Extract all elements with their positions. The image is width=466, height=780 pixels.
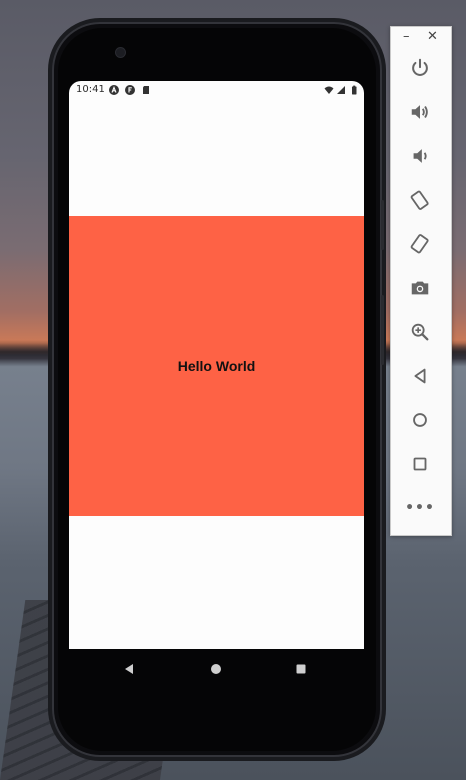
signal-icon — [337, 86, 345, 94]
status-bar: 10:41 — [69, 81, 364, 99]
volume-down-icon — [413, 149, 427, 163]
power-icon — [412, 58, 428, 76]
screenshot-button[interactable] — [405, 273, 435, 303]
f-badge-icon — [125, 85, 135, 95]
sd-card-icon — [143, 86, 149, 94]
camera-icon — [411, 281, 429, 295]
home-icon — [413, 413, 427, 427]
back-icon[interactable] — [122, 662, 136, 676]
close-button[interactable]: ✕ — [427, 29, 438, 44]
status-time: 10:41 — [76, 84, 105, 95]
hello-world-text: Hello World — [177, 358, 256, 374]
back-icon — [414, 368, 426, 384]
zoom-icon — [411, 323, 429, 341]
device-screen[interactable]: 10:41 Hello World — [69, 81, 364, 649]
overview-icon — [413, 457, 427, 471]
a-badge-icon — [109, 85, 119, 95]
rotate-right-icon — [410, 234, 429, 254]
battery-icon — [352, 85, 357, 95]
system-nav-bar — [69, 650, 364, 688]
wifi-icon — [324, 86, 334, 94]
overview-button[interactable] — [405, 449, 435, 479]
volume-down-button[interactable] — [405, 141, 435, 171]
rotate-left-icon — [410, 190, 429, 210]
volume-up-button[interactable] — [405, 97, 435, 127]
rotate-right-button[interactable] — [405, 229, 435, 259]
minimize-button[interactable]: – — [403, 29, 410, 44]
power-button[interactable] — [405, 53, 435, 83]
home-button[interactable] — [405, 405, 435, 435]
red-view: Hello World — [69, 216, 364, 516]
home-icon[interactable] — [209, 662, 223, 676]
phone-power-key[interactable] — [381, 200, 384, 250]
emulator-toolbar: – ✕ ••• — [390, 26, 452, 536]
front-camera — [116, 48, 125, 57]
zoom-button[interactable] — [405, 317, 435, 347]
back-button[interactable] — [405, 361, 435, 391]
phone-volume-key[interactable] — [381, 295, 384, 365]
rotate-left-button[interactable] — [405, 185, 435, 215]
more-button[interactable]: ••• — [405, 493, 435, 523]
volume-up-icon — [411, 105, 428, 119]
recents-icon[interactable] — [294, 662, 308, 676]
